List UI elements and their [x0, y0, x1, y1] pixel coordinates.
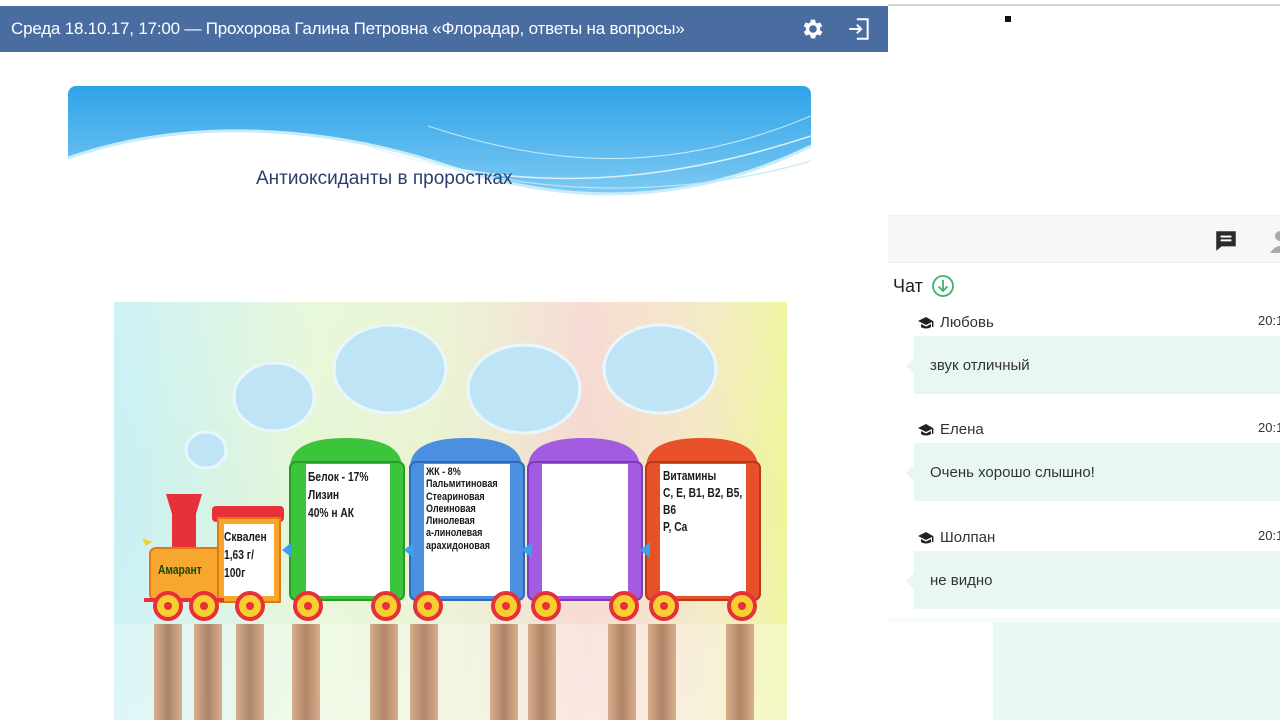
graduation-cap-icon [918, 316, 934, 328]
chat-message-time: 20:1 [1258, 313, 1280, 328]
chat-message-text: не видно [930, 571, 993, 589]
user-icon[interactable] [1269, 229, 1280, 253]
chat-sidebar: Чат Любовь 20:1 звук отличный Елена 20:1 [888, 0, 1280, 720]
chat-message-bubble: Очень хорошо слышно! [906, 443, 1280, 501]
slide-title: Антиоксиданты в проростках [256, 168, 513, 189]
sidebar-toolbar [888, 215, 1280, 263]
wagon-text-1: Белок - 17% Лизин 40% н АК [308, 470, 369, 520]
chat-bubble-icon[interactable] [1213, 228, 1239, 254]
chat-message-header: Любовь [918, 314, 994, 331]
top-divider [888, 4, 1280, 6]
chat-header: Чат [893, 274, 955, 298]
webinar-title-bar: Среда 18.10.17, 17:00 — Прохорова Галина… [0, 6, 888, 52]
cursor-marker [1005, 16, 1011, 22]
chat-message-header: Шолпан [918, 529, 995, 546]
chat-message-author: Любовь [940, 314, 994, 331]
slide-picture: Амарант Сквален 1,63 г/ 100г Белок - 17%… [114, 302, 787, 720]
chat-message-time: 20:1 [1258, 528, 1280, 543]
chat-title: Чат [893, 275, 923, 296]
chat-message-preview [993, 622, 1280, 720]
chat-message-text: Очень хорошо слышно! [930, 463, 1095, 481]
chat-message-text: звук отличный [930, 356, 1030, 374]
wagon-3 [527, 438, 643, 601]
locomotive-label: Амарант [158, 563, 202, 577]
tender-text: Сквален 1,63 г/ 100г [224, 530, 267, 580]
webinar-title: Среда 18.10.17, 17:00 — Прохорова Галина… [11, 19, 685, 38]
wagon-text-4: Витамины C, E, B1, B2, B5, B6 P, Ca [663, 469, 743, 534]
presentation-pane: Среда 18.10.17, 17:00 — Прохорова Галина… [0, 0, 888, 720]
chat-message-time: 20:1 [1258, 420, 1280, 435]
chat-message-author: Елена [940, 421, 984, 438]
exit-icon[interactable] [846, 16, 872, 42]
wagon-text-2: ЖК - 8% Пальмитиновая Стеариновая Олеино… [426, 466, 498, 552]
chat-message-header: Елена [918, 421, 984, 438]
chat-message-bubble: звук отличный [906, 336, 1280, 394]
chat-message-bubble: не видно [906, 551, 1280, 609]
slide-header-banner: Антиоксиданты в проростках [68, 86, 811, 218]
title-bar-actions [800, 6, 872, 52]
screen: Среда 18.10.17, 17:00 — Прохорова Галина… [0, 0, 1280, 720]
arrow-down-circle-icon[interactable] [931, 274, 955, 298]
gear-icon[interactable] [800, 16, 826, 42]
graduation-cap-icon [918, 531, 934, 543]
chat-message-author: Шолпан [940, 529, 996, 546]
banner-wave-graphic [68, 86, 811, 218]
graduation-cap-icon [918, 423, 934, 435]
